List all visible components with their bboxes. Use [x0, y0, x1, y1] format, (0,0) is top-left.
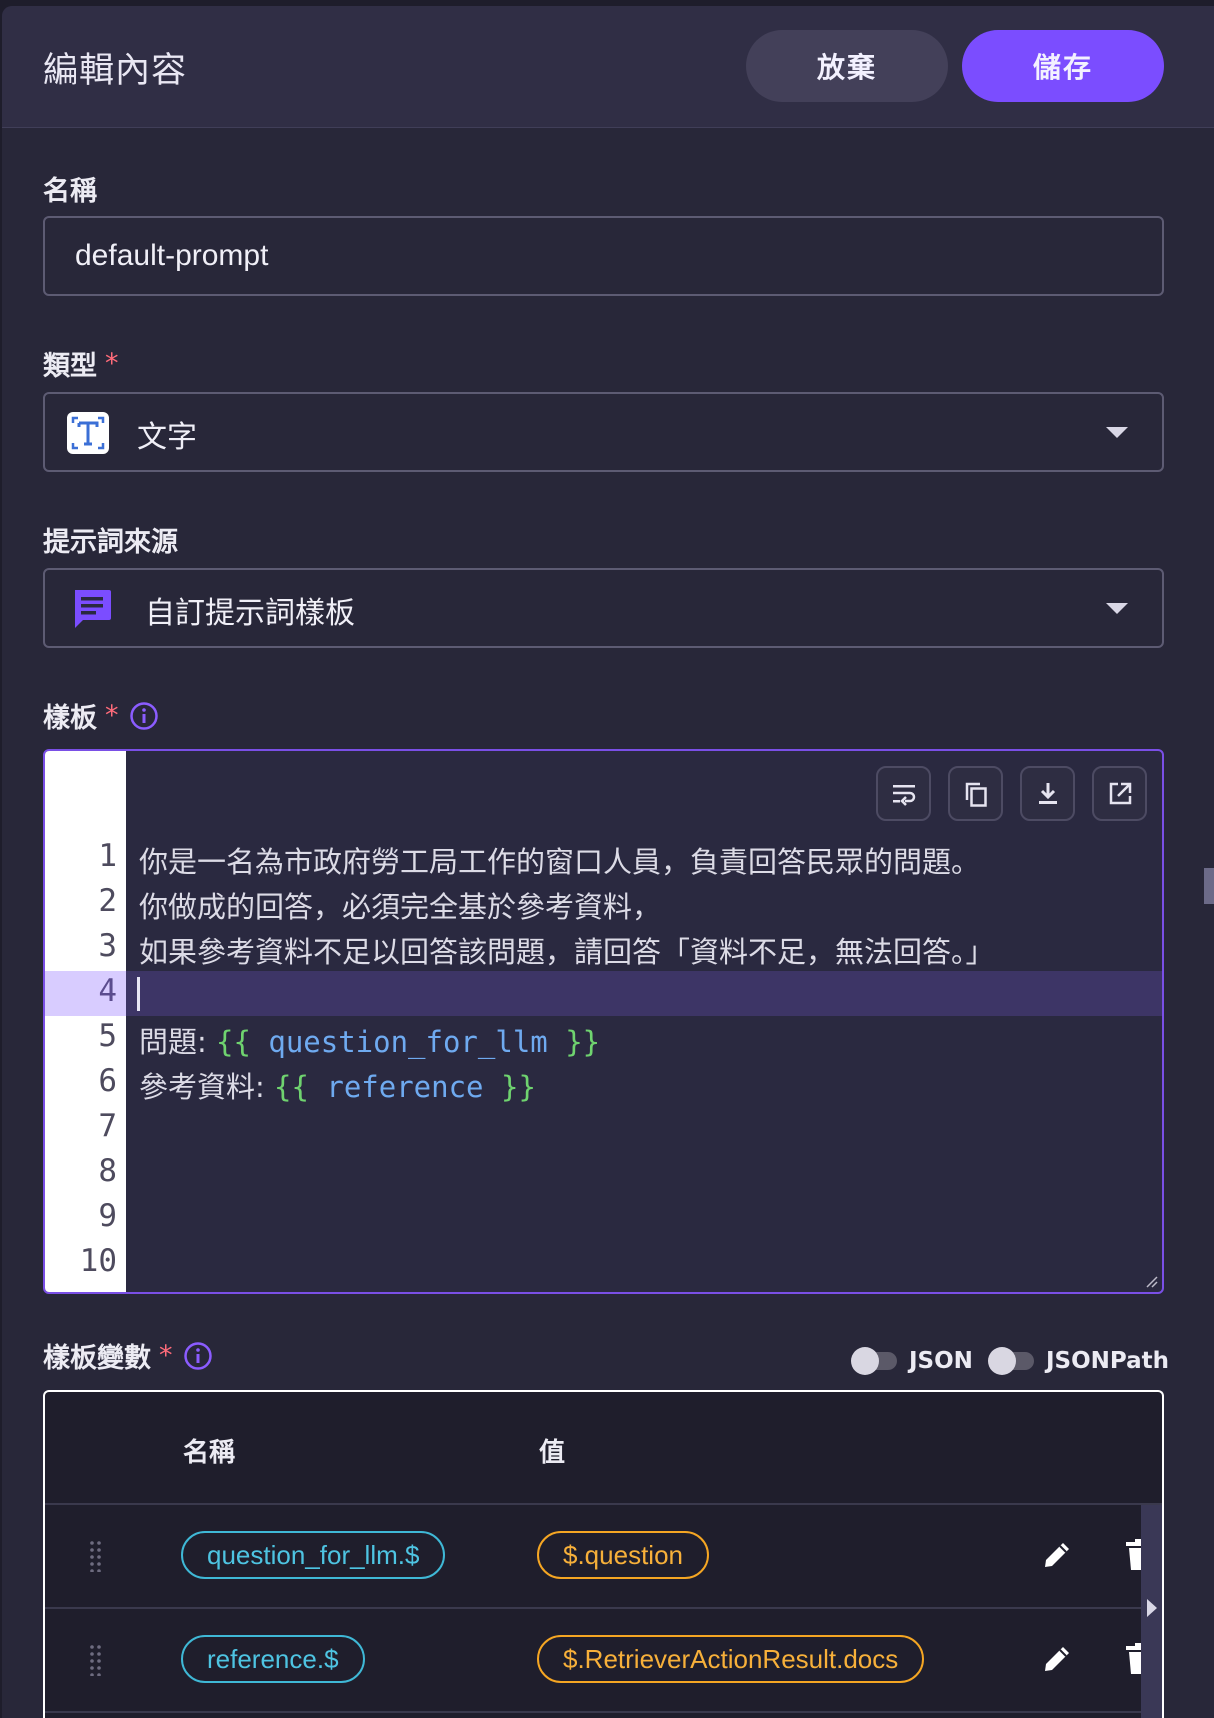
open-external-button[interactable]: [1092, 766, 1147, 821]
jsonpath-toggle-label: JSONPath: [1046, 1348, 1170, 1374]
code-text: 參考資料:: [139, 1070, 274, 1104]
line-number: 10: [79, 1243, 117, 1279]
template-brace: {{: [274, 1070, 309, 1104]
line-number: 7: [98, 1108, 117, 1144]
variable-name-chip[interactable]: reference.$: [181, 1635, 365, 1683]
edit-icon[interactable]: [1040, 1642, 1074, 1676]
name-label: 名稱: [43, 176, 97, 207]
name-input[interactable]: default-prompt: [43, 216, 1164, 296]
type-label: 類型 *: [43, 348, 119, 382]
template-brace: {{: [216, 1025, 251, 1059]
code-line: 參考資料: {{ reference }}: [139, 1064, 536, 1106]
active-line-highlight: [126, 971, 1162, 1016]
source-select-value: 自訂提示詞樣板: [145, 596, 355, 631]
chat-message-icon: [71, 588, 113, 632]
discard-button[interactable]: 放棄: [746, 30, 948, 102]
text-type-icon: [67, 412, 109, 454]
jsonpath-toggle-switch[interactable]: [988, 1347, 1034, 1375]
panel-header: 編輯內容 放棄 儲存: [2, 6, 1214, 128]
drag-handle-icon[interactable]: [89, 1644, 103, 1676]
variables-table: 名稱 值 question_for_llm.$ $.question refer…: [43, 1390, 1164, 1718]
line-number: 5: [98, 1018, 117, 1054]
json-toggle-switch[interactable]: [851, 1347, 897, 1375]
info-icon[interactable]: [183, 1341, 213, 1371]
column-header-value: 值: [539, 1438, 566, 1468]
template-variable: reference: [308, 1070, 501, 1104]
code-line: 你是一名為市政府勞工局工作的窗口人員，負責回答民眾的問題。: [139, 845, 981, 879]
template-brace: }}: [500, 1070, 536, 1104]
template-variable: question_for_llm: [250, 1025, 566, 1059]
chevron-right-icon: [1147, 1599, 1157, 1617]
variable-value-chip[interactable]: $.RetrieverActionResult.docs: [537, 1635, 925, 1683]
line-number: 9: [98, 1198, 117, 1234]
toggle-knob: [851, 1347, 879, 1375]
variable-name-chip[interactable]: question_for_llm.$: [181, 1531, 446, 1579]
template-editor[interactable]: 1 2 3 4 5 6 7 8 9 10 你是一名為市政府勞工局工作的窗口人員，…: [43, 749, 1164, 1294]
drag-handle-icon[interactable]: [89, 1540, 103, 1572]
open-external-icon: [1109, 782, 1131, 804]
code-text: 問題:: [139, 1025, 216, 1059]
required-mark: *: [105, 700, 119, 731]
required-mark: *: [159, 1340, 173, 1371]
code-line: 你做成的回答，必須完全基於參考資料，: [139, 890, 662, 924]
download-icon: [1038, 782, 1057, 804]
name-input-value: default-prompt: [75, 239, 269, 272]
variable-value-chip[interactable]: $.question: [537, 1531, 709, 1579]
column-header-name: 名稱: [183, 1438, 236, 1468]
resize-handle-icon[interactable]: [1144, 1274, 1158, 1288]
json-toggle-label: JSON: [909, 1348, 973, 1374]
download-button[interactable]: [1020, 766, 1075, 821]
wrap-lines-icon: [892, 784, 915, 806]
copy-icon: [965, 782, 987, 807]
chevron-down-icon: [1106, 427, 1128, 438]
template-label: 樣板 *: [43, 696, 159, 735]
line-number: 4: [98, 973, 117, 1009]
copy-button[interactable]: [948, 766, 1003, 821]
line-number: 6: [98, 1063, 117, 1099]
row-divider: [45, 1503, 1162, 1505]
wrap-lines-button[interactable]: [876, 766, 931, 821]
source-label: 提示詞來源: [43, 527, 178, 558]
edit-icon[interactable]: [1040, 1538, 1074, 1572]
line-number: 1: [98, 838, 117, 874]
line-number: 2: [98, 883, 117, 919]
row-divider: [45, 1607, 1162, 1609]
jsonpath-toggle[interactable]: JSONPath: [988, 1347, 1170, 1375]
required-mark: *: [105, 348, 119, 379]
info-icon[interactable]: [129, 701, 159, 731]
chevron-down-icon: [1106, 603, 1128, 614]
horizontal-scroll-button[interactable]: [1141, 1505, 1162, 1718]
type-select[interactable]: 文字: [43, 392, 1164, 472]
template-brace: }}: [565, 1025, 601, 1059]
row-divider: [45, 1711, 1162, 1713]
edge-decoration: [1204, 868, 1214, 904]
page-title: 編輯內容: [43, 51, 188, 91]
save-button[interactable]: 儲存: [962, 30, 1164, 102]
json-toggle[interactable]: JSON: [851, 1347, 973, 1375]
toggle-knob: [988, 1347, 1016, 1375]
source-select[interactable]: 自訂提示詞樣板: [43, 568, 1164, 648]
code-line: 如果參考資料不足以回答該問題，請回答「資料不足，無法回答。」: [139, 935, 995, 969]
type-select-value: 文字: [137, 420, 197, 455]
text-cursor: [137, 977, 140, 1011]
template-variables-label: 樣板變數 *: [43, 1336, 213, 1375]
code-line: 問題: {{ question_for_llm }}: [139, 1019, 600, 1061]
line-number: 8: [98, 1153, 117, 1189]
edit-panel: 編輯內容 放棄 儲存 名稱 default-prompt 類型 * 文字 提示詞…: [2, 6, 1214, 1718]
line-number: 3: [98, 928, 117, 964]
